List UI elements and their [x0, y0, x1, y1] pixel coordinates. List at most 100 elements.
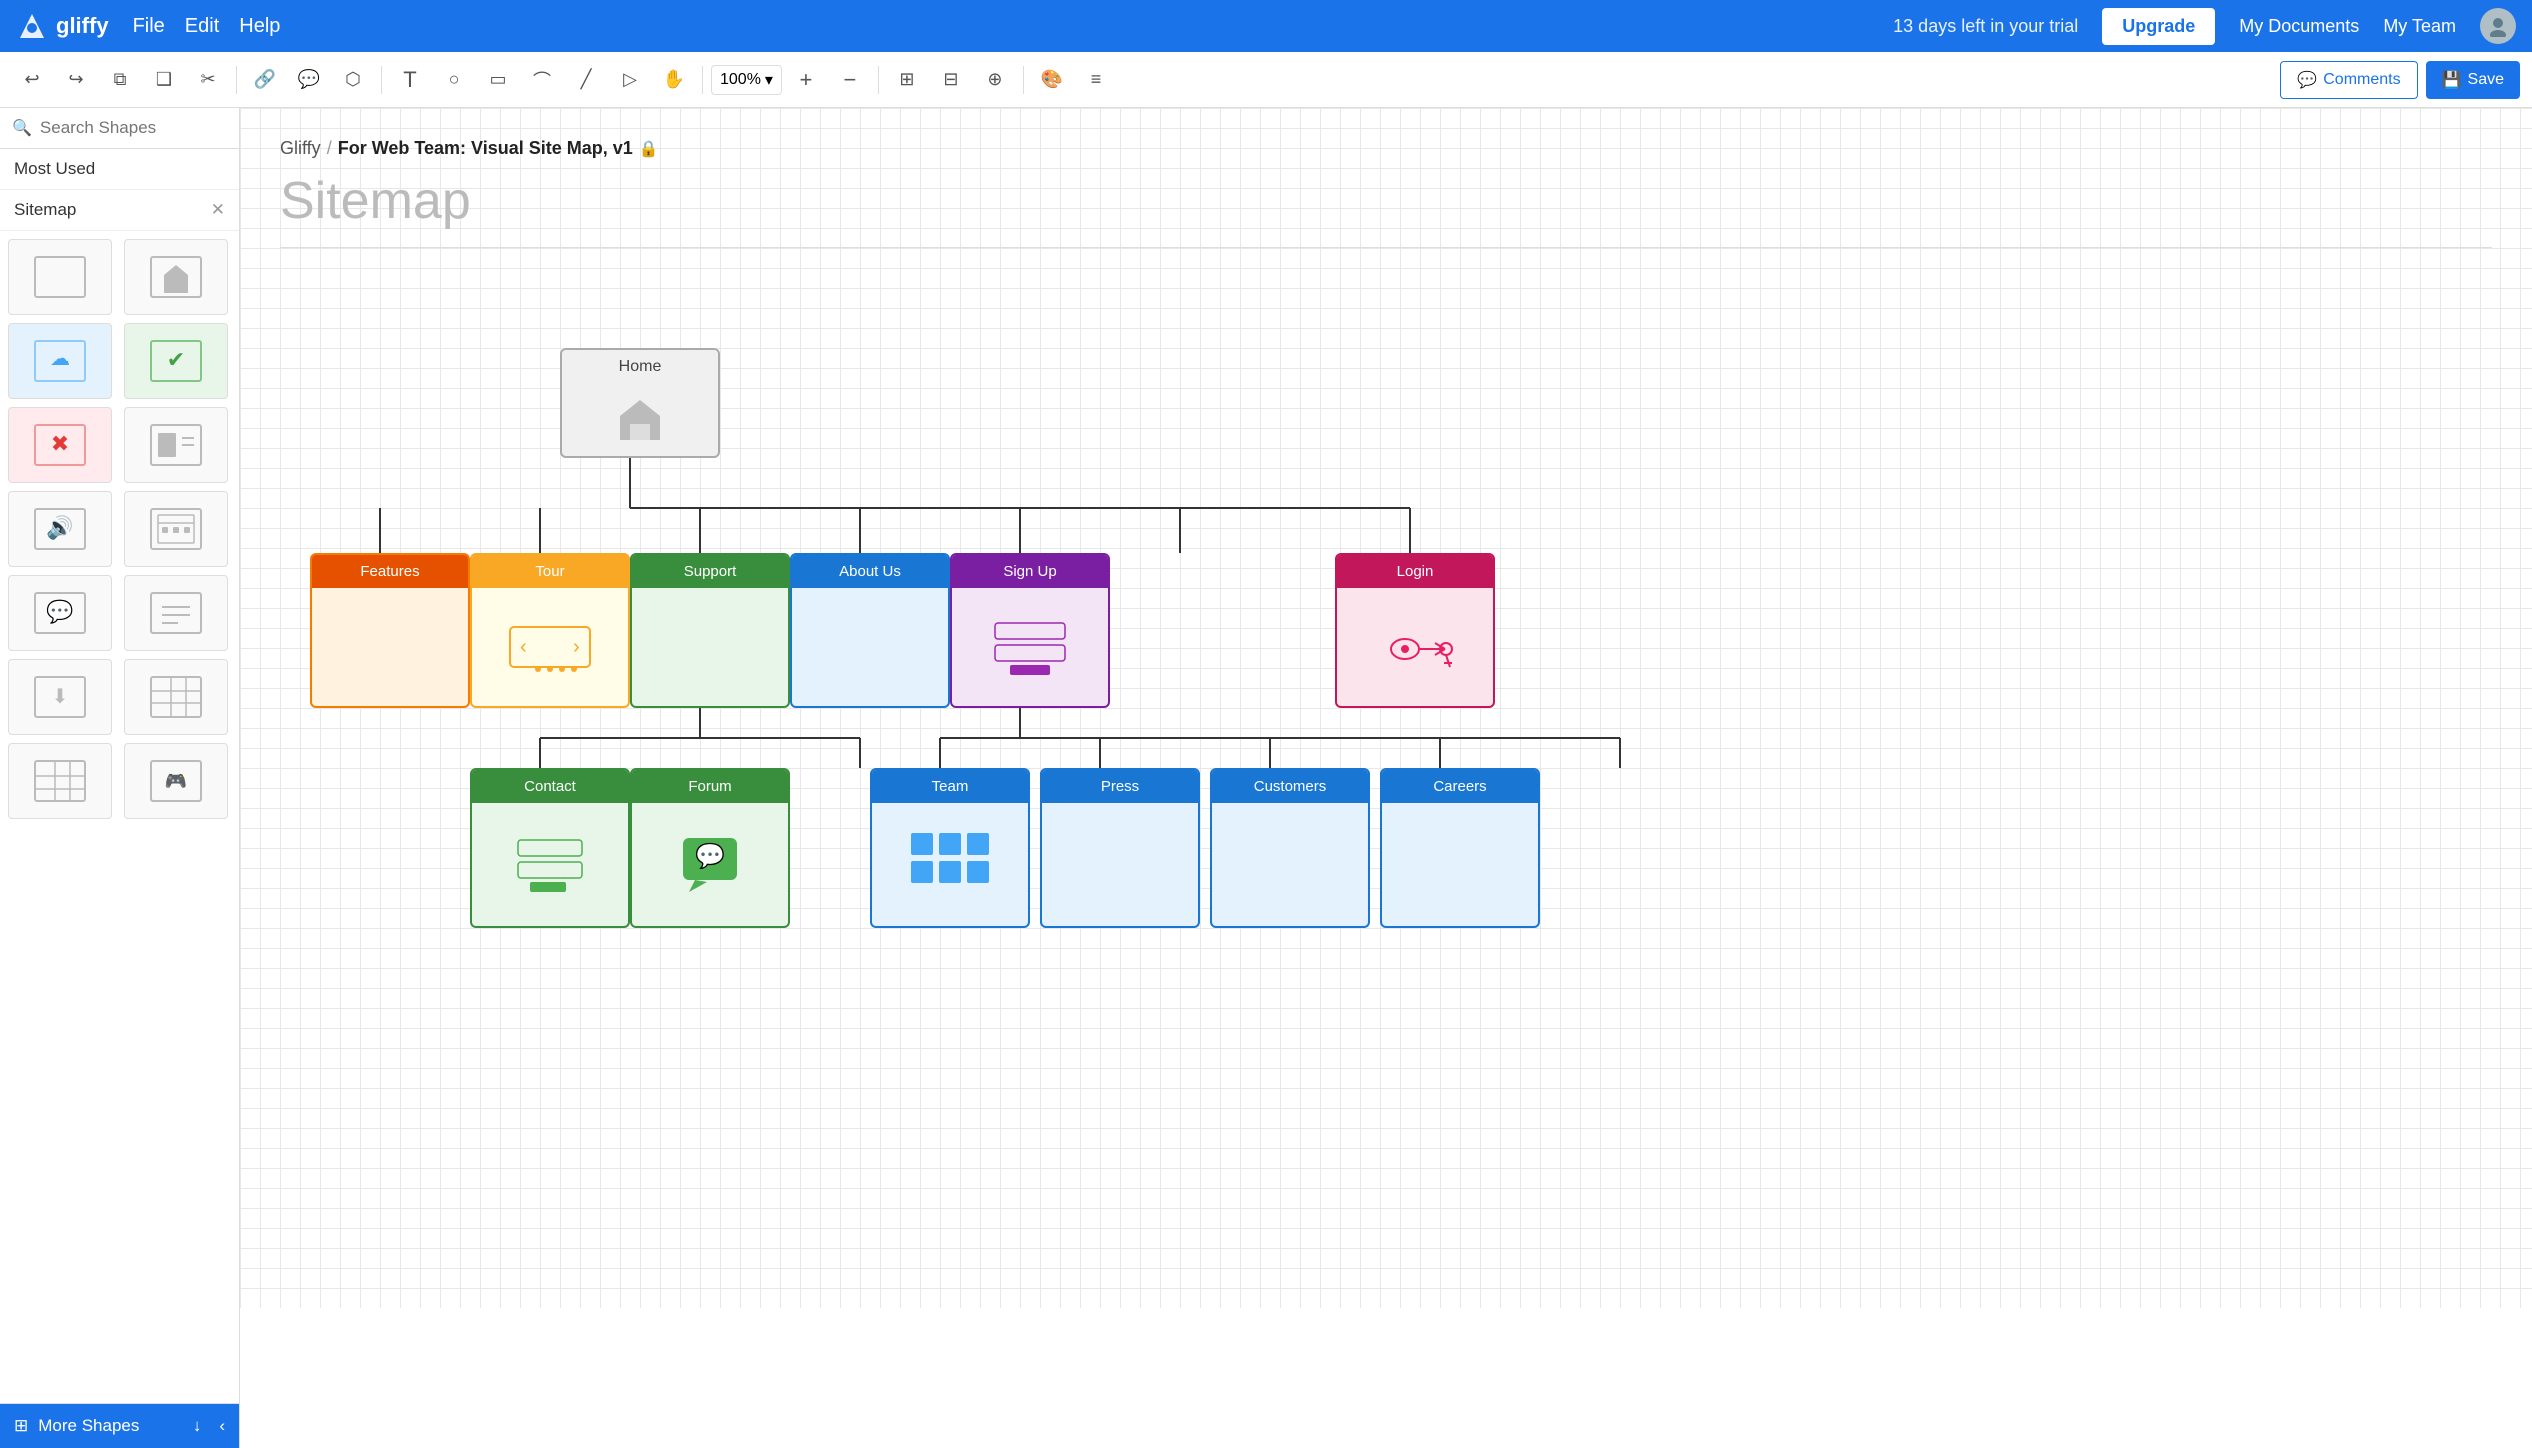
hand-tool[interactable]: ✋ — [654, 60, 694, 100]
top-navigation: gliffy File Edit Help 13 days left in yo… — [0, 0, 2532, 52]
zoom-level: 100% — [720, 71, 761, 89]
node-team[interactable]: Team — [870, 768, 1030, 928]
nav-help[interactable]: Help — [239, 15, 280, 38]
cut-button[interactable]: ✂ — [188, 60, 228, 100]
node-login[interactable]: Login — [1335, 553, 1495, 708]
search-box: 🔍 — [0, 108, 239, 149]
node-sign-up[interactable]: Sign Up — [950, 553, 1110, 708]
node-careers-label: Careers — [1382, 770, 1538, 803]
shape-chat-page[interactable]: 💬 — [8, 575, 112, 651]
shape-doc-page[interactable] — [124, 575, 228, 651]
zoom-in-button[interactable]: + — [786, 60, 826, 100]
upgrade-button[interactable]: Upgrade — [2102, 8, 2215, 45]
toolbar-separator-1 — [236, 66, 237, 94]
comments-button[interactable]: 💬 Comments — [2280, 61, 2417, 99]
node-support-body — [632, 588, 788, 706]
align-tool[interactable]: ⊞ — [887, 60, 927, 100]
node-forum-label: Forum — [632, 770, 788, 803]
node-forum-body: 💬 — [632, 803, 788, 926]
breadcrumb-separator: / — [327, 138, 332, 159]
shape-cloud-page[interactable]: ☁ — [8, 323, 112, 399]
toolbar: ↩ ↪ ⧉ ❑ ✂ 🔗 💬 ⬡ T ○ ▭ ⌒ ╱ ▷ ✋ 100% ▾ + −… — [0, 52, 2532, 108]
shape-card-page[interactable] — [124, 407, 228, 483]
shape-audio-page[interactable]: 🔊 — [8, 491, 112, 567]
node-press[interactable]: Press — [1040, 768, 1200, 928]
save-icon: 💾 — [2442, 70, 2462, 90]
node-home[interactable]: Home — [560, 348, 720, 458]
canvas[interactable]: Gliffy / For Web Team: Visual Site Map, … — [240, 108, 2532, 1448]
main-layout: 🔍 Most Used Sitemap ✕ — [0, 108, 2532, 1448]
node-about-us-body — [792, 588, 948, 706]
copy-button[interactable]: ⧉ — [100, 60, 140, 100]
node-home-body — [562, 384, 718, 456]
node-login-label: Login — [1337, 555, 1493, 588]
toolbar-actions: 💬 Comments 💾 Save — [2280, 61, 2520, 99]
rectangle-tool[interactable]: ▭ — [478, 60, 518, 100]
shape-download-page[interactable]: ⬇ — [8, 659, 112, 735]
save-label: Save — [2468, 71, 2504, 89]
shape-grid: ☁ ✔ ✖ 🔊 — [8, 239, 231, 819]
node-forum[interactable]: Forum 💬 — [630, 768, 790, 928]
svg-text:✖: ✖ — [51, 431, 69, 456]
nav-file[interactable]: File — [133, 15, 165, 38]
my-documents-button[interactable]: My Documents — [2239, 16, 2359, 37]
shape-error-page[interactable]: ✖ — [8, 407, 112, 483]
link-tool[interactable]: 🔗 — [245, 60, 285, 100]
node-features[interactable]: Features — [310, 553, 470, 708]
nav-links: File Edit Help — [133, 15, 281, 38]
node-careers-body — [1382, 803, 1538, 926]
logo[interactable]: gliffy — [16, 10, 109, 42]
zoom-out-button[interactable]: − — [830, 60, 870, 100]
line-tool[interactable]: ⌒ — [522, 60, 562, 100]
select-tool[interactable]: ▷ — [610, 60, 650, 100]
duplicate-button[interactable]: ❑ — [144, 60, 184, 100]
most-used-header[interactable]: Most Used — [0, 149, 239, 190]
comment-tool[interactable]: 💬 — [289, 60, 329, 100]
shape-check-page[interactable]: ✔ — [124, 323, 228, 399]
my-team-button[interactable]: My Team — [2383, 16, 2456, 37]
add-shapes-icon: ↓ — [193, 1416, 202, 1436]
collapse-sidebar-icon[interactable]: ‹ — [219, 1416, 225, 1436]
node-support[interactable]: Support — [630, 553, 790, 708]
save-button[interactable]: 💾 Save — [2426, 61, 2520, 99]
node-about-us[interactable]: About Us — [790, 553, 950, 708]
sidebar: 🔍 Most Used Sitemap ✕ — [0, 108, 240, 1448]
breadcrumb: Gliffy / For Web Team: Visual Site Map, … — [280, 138, 2492, 159]
text-tool[interactable]: T — [390, 60, 430, 100]
more-shapes-button[interactable]: ⊞ More Shapes ↓ ‹ — [0, 1403, 239, 1448]
more-shapes-icon: ⊞ — [14, 1416, 28, 1436]
node-support-label: Support — [632, 555, 788, 588]
breadcrumb-parent[interactable]: Gliffy — [280, 138, 321, 159]
sitemap-title: Sitemap — [280, 171, 2492, 231]
shape-blank-page[interactable] — [8, 239, 112, 315]
ellipse-tool[interactable]: ○ — [434, 60, 474, 100]
undo-button[interactable]: ↩ — [12, 60, 52, 100]
node-careers[interactable]: Careers — [1380, 768, 1540, 928]
avatar[interactable] — [2480, 8, 2516, 44]
node-customers-body — [1212, 803, 1368, 926]
node-features-body — [312, 588, 468, 706]
search-input[interactable] — [40, 118, 227, 138]
node-customers[interactable]: Customers — [1210, 768, 1370, 928]
node-contact[interactable]: Contact — [470, 768, 630, 928]
shape-calendar-page[interactable] — [124, 491, 228, 567]
crosshair-tool[interactable]: ⊕ — [975, 60, 1015, 100]
layers-tool[interactable]: ≡ — [1076, 60, 1116, 100]
zoom-control[interactable]: 100% ▾ — [711, 65, 782, 95]
sitemap-section-header[interactable]: Sitemap ✕ — [0, 190, 239, 231]
redo-button[interactable]: ↪ — [56, 60, 96, 100]
lasso-tool[interactable]: ⬡ — [333, 60, 373, 100]
diagonal-line-tool[interactable]: ╱ — [566, 60, 606, 100]
more-shapes-label: More Shapes — [38, 1416, 139, 1436]
color-tool[interactable]: 🎨 — [1032, 60, 1072, 100]
shape-home-page[interactable] — [124, 239, 228, 315]
shape-table-page[interactable] — [124, 659, 228, 735]
svg-text:‹: ‹ — [520, 636, 527, 658]
node-tour-body: ‹ › — [472, 588, 628, 706]
node-tour[interactable]: Tour ‹ › — [470, 553, 630, 708]
nav-edit[interactable]: Edit — [185, 15, 219, 38]
distribute-tool[interactable]: ⊟ — [931, 60, 971, 100]
shape-grid-page[interactable] — [8, 743, 112, 819]
shape-gamepad-page[interactable]: 🎮 — [124, 743, 228, 819]
svg-text:›: › — [573, 636, 580, 658]
